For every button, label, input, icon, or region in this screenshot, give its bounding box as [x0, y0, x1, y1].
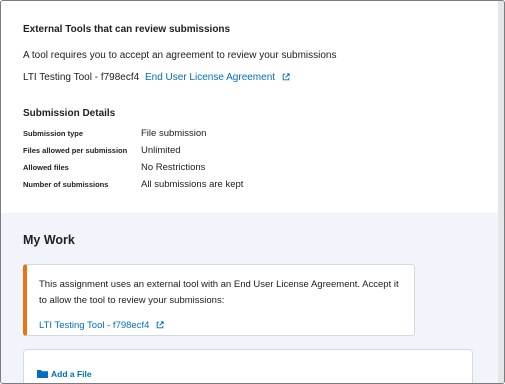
notice-tool-link-wrapper: LTI Testing Tool - f798ecf4 — [39, 320, 164, 331]
submission-details-heading: Submission Details — [23, 108, 116, 119]
detail-value: All submissions are kept — [141, 179, 244, 190]
agreement-requirement-text: A tool requires you to accept an agreeme… — [23, 50, 337, 61]
assignment-frame: External Tools that can review submissio… — [0, 0, 505, 384]
tool-eula-line: LTI Testing Tool - f798ecf4 End User Lic… — [23, 72, 290, 83]
folder-icon — [37, 370, 48, 378]
assignment-details-panel: External Tools that can review submissio… — [1, 1, 498, 213]
eula-link[interactable]: End User License Agreement — [145, 72, 275, 83]
notice-tool-link[interactable]: LTI Testing Tool - f798ecf4 — [39, 320, 149, 331]
detail-value: File submission — [141, 128, 207, 139]
my-work-heading: My Work — [23, 233, 75, 247]
detail-label: Number of submissions — [23, 180, 109, 189]
external-link-icon[interactable] — [282, 73, 290, 81]
eula-notice-text: This assignment uses an external tool wi… — [39, 279, 399, 306]
detail-value: Unlimited — [141, 145, 181, 156]
detail-value: No Restrictions — [141, 162, 206, 173]
detail-label: Submission type — [23, 129, 84, 138]
detail-label: Allowed files — [23, 163, 69, 172]
detail-label: Files allowed per submission — [23, 146, 128, 155]
my-work-panel: My Work This assignment uses an external… — [1, 213, 498, 383]
add-file-label: Add a File — [51, 369, 92, 379]
external-link-icon[interactable] — [156, 321, 164, 329]
eula-notice: This assignment uses an external tool wi… — [23, 264, 415, 336]
tool-name: LTI Testing Tool - f798ecf4 — [23, 72, 140, 83]
file-upload-card: Add a File — [23, 349, 473, 383]
external-tools-heading: External Tools that can review submissio… — [23, 24, 231, 35]
scrollbar[interactable] — [498, 1, 504, 383]
add-file-button[interactable]: Add a File — [37, 369, 92, 379]
